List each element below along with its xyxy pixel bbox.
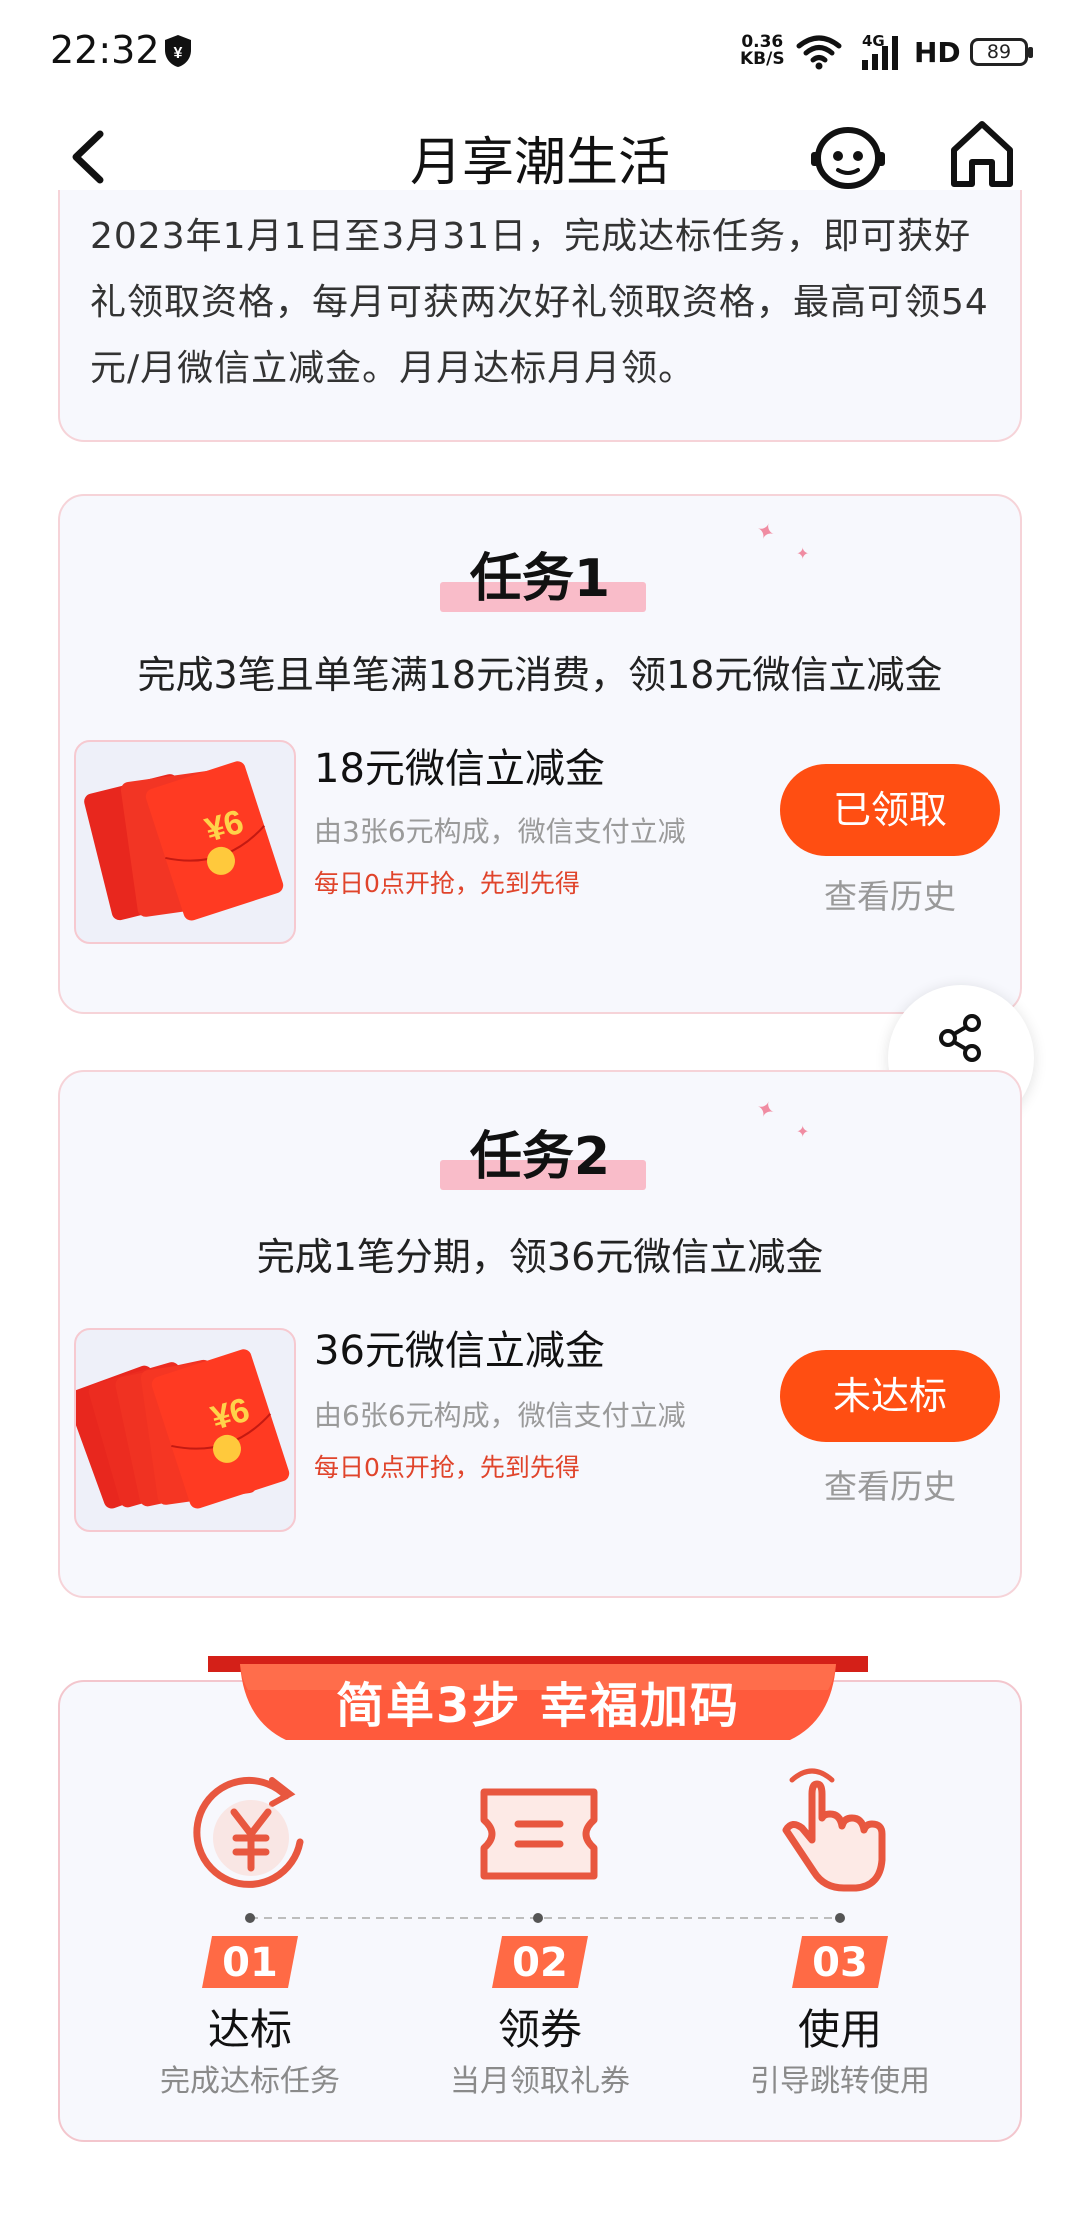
- step-number-1: 01: [202, 1936, 298, 1988]
- task-card-1: 任务1 ✦ ✦ 完成3笔且单笔满18元消费，领18元微信立减金 ¥6 18元微信…: [58, 494, 1022, 1014]
- step-desc-2: 当月领取礼券: [450, 2064, 630, 2099]
- steps-banner: 简单3步 幸福加码: [200, 1650, 876, 1750]
- step-number-2: 02: [492, 1936, 588, 1988]
- step-title-1: 达标: [207, 2005, 292, 2054]
- wifi-icon: [796, 35, 842, 70]
- task-description: 完成3笔且单笔满18元消费，领18元微信立减金: [137, 653, 943, 697]
- red-envelope-icon: ¥6: [76, 1349, 290, 1509]
- view-history-link[interactable]: 查看历史: [780, 870, 1000, 918]
- ticket-icon: [480, 1788, 598, 1880]
- home-icon[interactable]: [948, 118, 1016, 190]
- share-icon: [939, 1014, 981, 1062]
- coupon-name: 36元微信立减金: [314, 1328, 605, 1374]
- svg-text:¥: ¥: [174, 45, 183, 62]
- coupon-name: 18元微信立减金: [314, 746, 605, 792]
- claimed-button[interactable]: 已领取: [780, 764, 1000, 856]
- task-title: 任务2: [469, 1127, 611, 1187]
- step-desc-3: 引导跳转使用: [750, 2064, 930, 2099]
- step-title-2: 领券: [497, 2005, 582, 2054]
- not-qualified-button[interactable]: 未达标: [780, 1350, 1000, 1442]
- red-envelope-image: ¥6: [74, 740, 296, 944]
- hand-tap-icon: [782, 1768, 886, 1892]
- status-time: 22:32: [50, 28, 160, 72]
- coupon-note: 每日0点开抢，先到先得: [314, 1453, 580, 1482]
- hd-icon: HD: [914, 36, 961, 69]
- red-envelope-icon: ¥6: [84, 761, 284, 921]
- coupon-subtitle: 由3张6元构成，微信支付立减: [314, 815, 686, 848]
- task-description: 完成1笔分期，领36元微信立减金: [256, 1235, 824, 1279]
- signal-icon: [862, 36, 898, 70]
- network-speed: 0.36 KB/S: [740, 32, 785, 69]
- yen-coin-icon: [193, 1776, 304, 1888]
- task-card-2: 任务2 ✦ ✦ 完成1笔分期，领36元微信立减金 ¥6 36元微信立减金 由6张…: [58, 1070, 1022, 1598]
- steps-progress-line: [245, 1913, 845, 1923]
- coupon-note: 每日0点开抢，先到先得: [314, 869, 580, 898]
- step-desc-1: 完成达标任务: [160, 2064, 340, 2099]
- status-bar: 22:32 ¥ 0.36 KB/S 4G HD 89: [0, 0, 1080, 110]
- shield-icon: ¥: [165, 35, 191, 67]
- red-envelope-image: ¥6: [74, 1328, 296, 1532]
- view-history-link[interactable]: 查看历史: [780, 1460, 1000, 1508]
- intro-card: 2023年1月1日至3月31日，完成达标任务，即可获好礼领取资格，每月可获两次好…: [58, 190, 1022, 442]
- battery-icon: 89: [970, 38, 1033, 66]
- coupon-subtitle: 由6张6元构成，微信支付立减: [314, 1399, 686, 1432]
- task-title: 任务1: [469, 549, 611, 609]
- intro-text: 2023年1月1日至3月31日，完成达标任务，即可获好礼领取资格，每月可获两次好…: [90, 216, 989, 389]
- page-title: 月享潮生活: [409, 133, 670, 193]
- step-number-3: 03: [792, 1936, 888, 1988]
- steps-banner-title: 简单3步 幸福加码: [335, 1678, 741, 1734]
- customer-service-icon[interactable]: [810, 118, 886, 194]
- step-title-3: 使用: [797, 2005, 882, 2054]
